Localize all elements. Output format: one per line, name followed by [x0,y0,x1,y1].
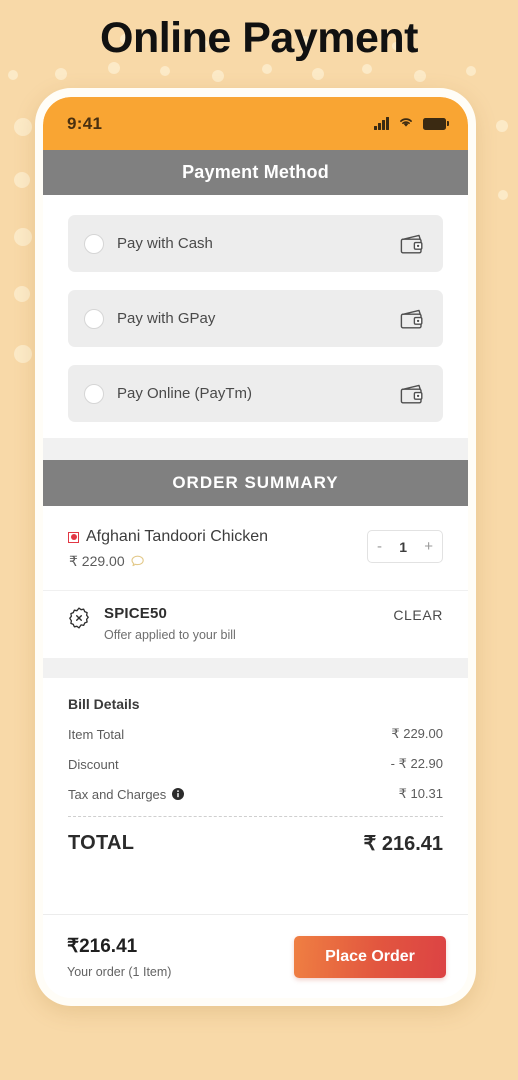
payment-option-gpay[interactable]: Pay with GPay [68,290,443,347]
order-item-name: Afghani Tandoori Chicken [86,528,269,545]
content-filler [43,868,468,914]
nonveg-icon [68,531,79,543]
order-summary-header: ORDER SUMMARY [43,460,468,506]
radio-paytm[interactable] [84,383,104,404]
coupon-code: SPICE50 [104,605,168,622]
wallet-icon [399,307,426,331]
bill-total-label: TOTAL [68,832,135,854]
bill-label: Item Total [68,727,124,742]
bill-label: Discount [68,757,119,772]
payment-option-label: Pay with GPay [117,310,216,327]
battery-icon [423,117,449,130]
payment-option-cash[interactable]: Pay with Cash [68,215,443,272]
order-item-price: ₹ 229.00 [69,553,125,569]
quantity-decrement-button[interactable]: - [377,539,382,554]
bill-row-tax-and-charges: Tax and Charges ₹ 10.31 [68,786,443,802]
phone-screen: 9:41 Payment Method Pay with Cash Pay wi… [43,97,468,998]
background-dot [496,120,508,132]
payment-options-list: Pay with Cash Pay with GPay Pay Online (… [43,195,468,438]
radio-cash[interactable] [84,233,104,254]
background-dot [14,118,32,136]
checkout-total-group: ₹216.41 Your order (1 Item) [67,935,171,979]
order-item-row: Afghani Tandoori Chicken ₹ 229.00 - 1 + [43,506,468,590]
bill-row-discount: Discount - ₹ 22.90 [68,756,443,772]
background-dot [498,190,508,200]
bill-details-section: Bill Details Item Total ₹ 229.00 Discoun… [43,678,468,868]
quantity-stepper[interactable]: - 1 + [367,530,443,563]
coupon-clear-button[interactable]: CLEAR [393,607,443,623]
bill-details-title: Bill Details [68,696,140,712]
chat-bubble-icon[interactable] [131,555,145,568]
quantity-value: 1 [399,538,408,555]
checkout-total-amount: ₹216.41 [67,935,138,957]
status-bar-icons [374,115,449,133]
coupon-badge-icon [68,607,90,629]
background-dot [466,66,476,76]
radio-gpay[interactable] [84,308,104,329]
status-bar-time: 9:41 [67,113,103,133]
background-dot [312,68,324,80]
order-item-price-line: ₹ 229.00 [68,553,367,570]
bill-value: ₹ 10.31 [398,786,443,801]
info-icon[interactable] [172,788,185,800]
bill-total-row: TOTAL ₹ 216.41 [68,831,443,856]
background-dot [212,70,224,82]
order-item-name-line: Afghani Tandoori Chicken [68,528,367,546]
wifi-icon [398,115,414,133]
bill-label-text: Item Total [68,726,125,742]
background-dot [362,64,372,74]
checkout-order-subtitle: Your order (1 Item) [67,964,172,979]
payment-option-label: Pay with Cash [117,235,213,252]
coupon-row: SPICE50 Offer applied to your bill CLEAR [43,590,468,658]
background-dot [8,70,18,80]
bill-total-value: ₹ 216.41 [363,833,443,855]
coupon-description: Offer applied to your bill [104,628,236,642]
bill-value: ₹ 229.00 [391,726,443,741]
payment-option-label: Pay Online (PayTm) [117,385,253,402]
place-order-button[interactable]: Place Order [294,935,446,978]
quantity-increment-button[interactable]: + [424,539,433,554]
bill-label: Tax and Charges [68,786,185,802]
background-dot [14,228,32,246]
background-dot [160,66,170,76]
payment-option-paytm[interactable]: Pay Online (PayTm) [68,365,443,422]
section-spacer [43,658,468,678]
bill-label-text: Discount [68,756,119,772]
bill-label-text: Tax and Charges [68,786,167,802]
page-title: Online Payment [100,14,418,62]
payment-method-header: Payment Method [43,150,468,195]
wallet-icon [399,382,426,406]
status-bar: 9:41 [43,97,468,150]
checkout-bottom-bar: ₹216.41 Your order (1 Item) Place Order [43,914,468,998]
bill-value: - ₹ 22.90 [390,756,443,771]
background-dot [55,68,67,80]
signal-icon [374,117,389,130]
background-dot [262,64,272,74]
background-dot [14,345,32,363]
background-dot [108,62,120,74]
wallet-icon [399,232,426,256]
section-spacer [43,438,468,460]
coupon-texts: SPICE50 Offer applied to your bill [104,605,393,642]
bill-divider [68,816,443,817]
background-dot [14,286,30,302]
phone-mockup-frame: 9:41 Payment Method Pay with Cash Pay wi… [35,88,476,1006]
background-dot [14,172,30,188]
order-item-info: Afghani Tandoori Chicken ₹ 229.00 [68,528,367,570]
bill-row-item-total: Item Total ₹ 229.00 [68,726,443,742]
background-dot [414,70,426,82]
